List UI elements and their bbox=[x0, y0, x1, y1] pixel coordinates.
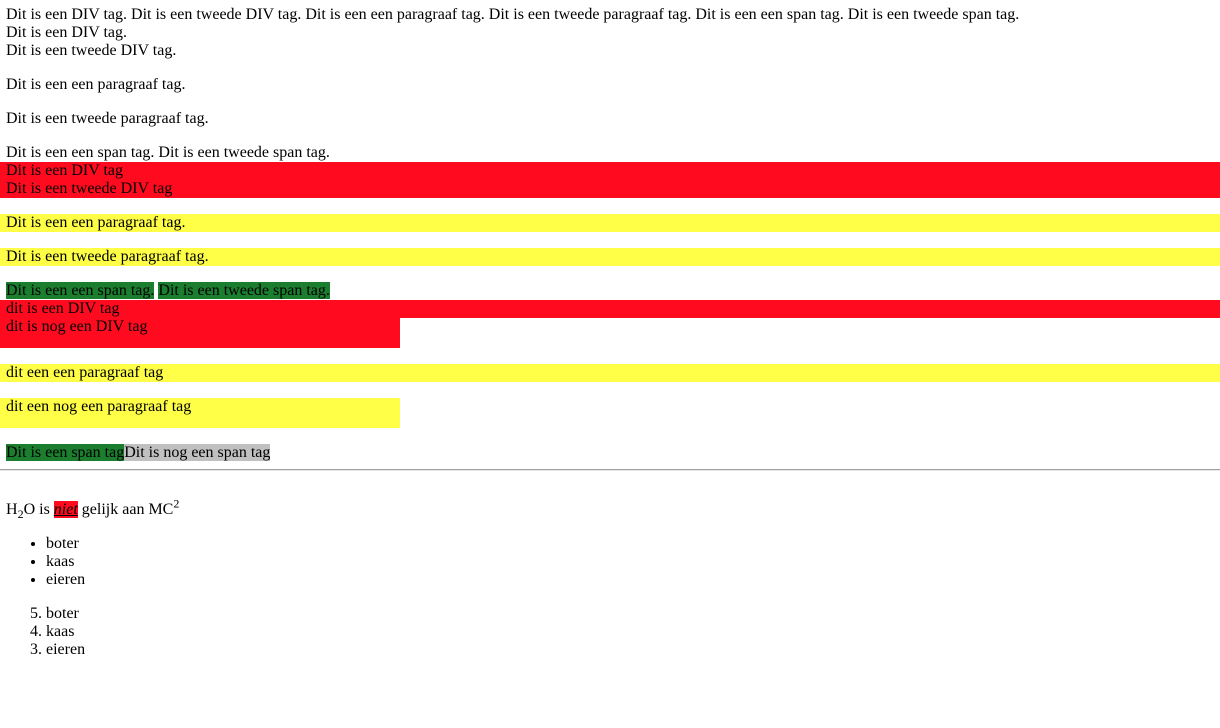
unordered-list: boter kaas eieren bbox=[6, 535, 1220, 589]
intro-paragraph-2: Dit is een tweede paragraaf tag. bbox=[6, 110, 209, 127]
list-item: boter bbox=[46, 535, 1220, 553]
formula-o-is: O is bbox=[23, 501, 54, 518]
third-span-1: Dit is een span tag bbox=[6, 444, 125, 461]
formula-niet: niet bbox=[53, 501, 78, 518]
styled-span-1: Dit is een een span tag. bbox=[6, 282, 155, 299]
intro-spans: Dit is een een span tag. Dit is een twee… bbox=[6, 144, 330, 161]
styled-div-2: Dit is een tweede DIV tag bbox=[6, 180, 173, 197]
third-div-1: dit is een DIV tag bbox=[0, 300, 1220, 318]
styled-div-1: Dit is een DIV tag bbox=[6, 162, 124, 179]
third-span-line: Dit is een span tagDit is nog een span t… bbox=[6, 444, 1220, 462]
third-paragraph-1: dit een een paragraaf tag bbox=[0, 364, 1220, 382]
list-item: eieren bbox=[46, 641, 1220, 659]
styled-span-2: Dit is een tweede span tag. bbox=[158, 282, 330, 299]
list-item: eieren bbox=[46, 571, 1220, 589]
formula-rest: gelijk aan MC bbox=[77, 501, 174, 518]
third-span-2: Dit is nog een span tag bbox=[124, 444, 271, 461]
styled-paragraph-2: Dit is een tweede paragraaf tag. bbox=[0, 248, 1220, 266]
third-paragraph-2: dit een nog een paragraaf tag bbox=[6, 398, 192, 415]
ordered-list: boter kaas eieren bbox=[6, 605, 1220, 659]
formula-h: H bbox=[6, 501, 18, 518]
third-div-2-box: dit is nog een DIV tag bbox=[0, 318, 400, 348]
page: Dit is een DIV tag. Dit is een tweede DI… bbox=[0, 0, 1220, 659]
intro-paragraph-1: Dit is een een paragraaf tag. bbox=[6, 76, 186, 93]
list-item: boter bbox=[46, 605, 1220, 623]
formula-superscript: 2 bbox=[173, 496, 180, 511]
styled-red-div-block: Dit is een DIV tag Dit is een tweede DIV… bbox=[0, 162, 1220, 198]
intro-combined-text: Dit is een DIV tag. Dit is een tweede DI… bbox=[6, 6, 1020, 23]
intro-div-2: Dit is een tweede DIV tag. bbox=[6, 42, 177, 59]
third-div-2: dit is nog een DIV tag bbox=[6, 318, 148, 335]
list-item: kaas bbox=[46, 553, 1220, 571]
styled-paragraph-1: Dit is een een paragraaf tag. bbox=[0, 214, 1220, 232]
third-paragraph-2-box: dit een nog een paragraaf tag bbox=[0, 398, 400, 428]
intro-div-1: Dit is een DIV tag. bbox=[6, 24, 128, 41]
list-item: kaas bbox=[46, 623, 1220, 641]
styled-span-line: Dit is een een span tag. Dit is een twee… bbox=[6, 282, 1220, 300]
formula-line: H2O is niet gelijk aan MC2 bbox=[6, 496, 1220, 521]
